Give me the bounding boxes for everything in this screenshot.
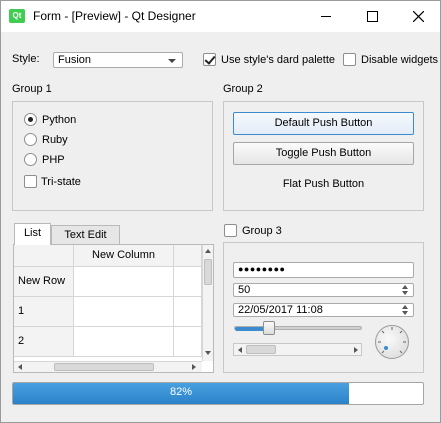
- disable-widgets-checkbox[interactable]: [343, 53, 356, 66]
- title-bar: Qt Form - [Preview] - Qt Designer: [1, 1, 440, 32]
- table-cell[interactable]: [74, 267, 174, 297]
- horizontal-scroll-thumb[interactable]: [54, 363, 154, 371]
- maximize-button[interactable]: [349, 1, 395, 32]
- style-label: Style:: [12, 53, 40, 65]
- spin-up-icon[interactable]: [402, 285, 408, 289]
- dark-palette-label: Use style's dard palette: [221, 54, 335, 66]
- tristate-checkbox[interactable]: [24, 175, 37, 188]
- dark-palette-checkbox[interactable]: [203, 53, 216, 66]
- group3-checkbox[interactable]: [224, 224, 237, 237]
- table-cell[interactable]: [74, 327, 174, 357]
- password-field[interactable]: ●●●●●●●●: [233, 262, 414, 278]
- tristate-label: Tri-state: [41, 176, 81, 188]
- datetime-down-icon[interactable]: [402, 311, 408, 315]
- disable-widgets-label: Disable widgets: [361, 54, 439, 66]
- table-horizontal-scrollbar[interactable]: [14, 361, 202, 372]
- progress-bar: 82%: [12, 382, 424, 405]
- dial[interactable]: [375, 325, 409, 359]
- row-header[interactable]: 2: [14, 327, 74, 357]
- scroll-left-icon[interactable]: [238, 347, 242, 353]
- radio-python-label: Python: [42, 114, 77, 126]
- scroll-left-icon[interactable]: [18, 364, 22, 370]
- table-cell[interactable]: [74, 297, 174, 327]
- spinbox[interactable]: 50: [233, 283, 414, 297]
- datetime-up-icon[interactable]: [402, 305, 408, 309]
- radio-php[interactable]: [24, 153, 37, 166]
- qt-app-icon: Qt: [9, 9, 25, 23]
- scroll-right-icon[interactable]: [192, 364, 196, 370]
- password-mask: ●●●●●●●●: [238, 264, 286, 274]
- group3-title: Group 3: [242, 225, 282, 237]
- scroll-right-icon[interactable]: [354, 347, 358, 353]
- flat-push-button[interactable]: Flat Push Button: [233, 178, 414, 190]
- window-title: Form - [Preview] - Qt Designer: [33, 9, 196, 23]
- scroll-up-icon[interactable]: [205, 249, 211, 253]
- designer-preview-window: Qt Form - [Preview] - Qt Designer Style:…: [0, 0, 441, 423]
- tab-text-edit[interactable]: Text Edit: [51, 225, 120, 245]
- radio-ruby-label: Ruby: [42, 134, 68, 146]
- datetime-value: 22/05/2017 11:08: [238, 304, 323, 316]
- horizontal-scrollbar[interactable]: [233, 343, 362, 356]
- style-combobox[interactable]: Fusion: [53, 52, 183, 68]
- radio-python[interactable]: [24, 113, 37, 126]
- group2-title: Group 2: [223, 83, 263, 95]
- vertical-scroll-thumb[interactable]: [204, 259, 212, 285]
- table-corner: [14, 245, 74, 267]
- radio-ruby[interactable]: [24, 133, 37, 146]
- column-header[interactable]: New Column: [74, 245, 174, 267]
- chevron-down-icon: [168, 59, 176, 63]
- row-header[interactable]: New Row: [14, 267, 74, 297]
- radio-php-label: PHP: [42, 154, 65, 166]
- scroll-down-icon[interactable]: [205, 351, 211, 355]
- close-icon: [413, 11, 424, 22]
- style-combobox-value: Fusion: [58, 54, 92, 66]
- minimize-button[interactable]: [303, 1, 349, 32]
- tab-list[interactable]: List: [14, 223, 51, 245]
- table-cell[interactable]: [174, 327, 202, 357]
- default-push-button[interactable]: Default Push Button: [233, 112, 414, 135]
- table-cell[interactable]: [174, 267, 202, 297]
- row-header[interactable]: 1: [14, 297, 74, 327]
- column-header-extra: [174, 245, 202, 267]
- dial-ticks-icon: [378, 327, 406, 354]
- slider-handle[interactable]: [263, 321, 275, 335]
- spinbox-value: 50: [238, 284, 251, 296]
- spin-down-icon[interactable]: [402, 291, 408, 295]
- group1-title: Group 1: [12, 83, 52, 95]
- table-cell[interactable]: [174, 297, 202, 327]
- horizontal-scroll-thumb[interactable]: [246, 345, 276, 354]
- table-vertical-scrollbar[interactable]: [202, 245, 213, 361]
- close-button[interactable]: [395, 1, 441, 32]
- list-tab-pane: New Column New Row 1 2: [13, 244, 214, 373]
- toggle-push-button[interactable]: Toggle Push Button: [233, 142, 414, 165]
- progress-text: 82%: [169, 386, 193, 398]
- datetime-edit[interactable]: 22/05/2017 11:08: [233, 303, 414, 317]
